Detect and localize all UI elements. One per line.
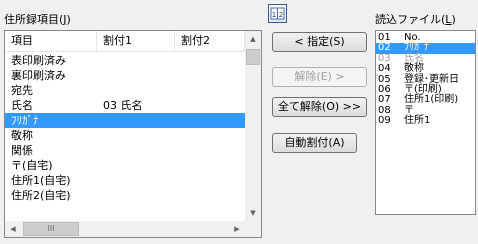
svg-text:2: 2	[279, 11, 283, 19]
horizontal-scroll-thumb[interactable]: III	[23, 222, 79, 236]
import-file-label: 読込ファイル(L)	[375, 13, 456, 26]
row-item-cell: 関係	[11, 144, 33, 157]
row-item-cell: 〒(自宅)	[11, 159, 53, 172]
table-row[interactable]: 敬称	[5, 128, 245, 143]
release-all-button[interactable]: 全て解除(O) >>	[272, 97, 367, 117]
row-item-cell: 氏名	[11, 99, 33, 112]
list-item-number: 04	[378, 63, 391, 75]
list-item-text: ﾌﾘｶﾞﾅ	[404, 42, 429, 54]
table-row[interactable]: 関係	[5, 143, 245, 158]
switch-columns-icon[interactable]: 1 2	[268, 4, 287, 23]
scroll-left-icon[interactable]: ◀	[5, 221, 21, 237]
list-item-text: 住所1	[404, 115, 431, 127]
table-row[interactable]: 氏名 03 氏名	[5, 98, 245, 113]
row-item-cell: ﾌﾘｶﾞﾅ	[11, 114, 39, 127]
list-item-number: 07	[378, 94, 391, 106]
horizontal-scrollbar[interactable]: ◀ III ▶	[5, 221, 245, 237]
list-item-number: 09	[378, 115, 391, 127]
scrollbar-corner	[245, 221, 261, 237]
import-file-list[interactable]: 01 No. 02 ﾌﾘｶﾞﾅ 03 氏名 04 敬称 05 登録･更新日 06 〒(印刷) 07 住所1…	[375, 30, 476, 215]
list-item[interactable]: 03 氏名	[376, 53, 475, 64]
scroll-up-icon[interactable]: ▲	[245, 31, 261, 47]
row-assign1-cell: 03 氏名	[103, 99, 143, 112]
list-item[interactable]: 09 住所1	[376, 116, 475, 126]
table-row[interactable]: ﾌﾘｶﾞﾅ	[5, 113, 245, 128]
column-header-assign2[interactable]: 割付2	[175, 31, 245, 51]
table-row[interactable]: 住所2(自宅)	[5, 188, 245, 203]
list-item[interactable]: 07 住所1(印刷)	[376, 95, 475, 105]
vertical-scroll-thumb[interactable]	[246, 49, 260, 65]
svg-text:1: 1	[272, 11, 276, 19]
row-item-cell: 敬称	[11, 129, 33, 142]
row-item-cell: 裏印刷済み	[11, 69, 66, 82]
auto-assign-button[interactable]: 自動割付(A)	[272, 133, 357, 153]
table-row[interactable]: 裏印刷済み	[5, 68, 245, 83]
row-item-cell: 宛先	[11, 84, 33, 97]
row-item-cell: 住所1(自宅)	[11, 174, 71, 187]
table-row[interactable]: 住所1(自宅)	[5, 173, 245, 188]
release-button[interactable]: 解除(E) >	[272, 67, 367, 87]
row-item-cell: 住所2(自宅)	[11, 189, 71, 202]
list-item-text: 敬称	[404, 63, 424, 75]
list-item[interactable]: 02 ﾌﾘｶﾞﾅ	[376, 42, 475, 54]
address-items-label: 住所録項目(J)	[4, 13, 71, 26]
list-item[interactable]: 04 敬称	[376, 64, 475, 74]
scroll-right-icon[interactable]: ▶	[229, 221, 245, 237]
column-header-assign1[interactable]: 割付1	[97, 31, 175, 51]
list-item-text: 住所1(印刷)	[404, 94, 459, 106]
assign-button[interactable]: < 指定(S)	[272, 32, 367, 52]
table-row[interactable]: 表印刷済み	[5, 53, 245, 68]
list-header: 項目 割付1 割付2	[5, 31, 245, 52]
list-item-number: 02	[378, 42, 391, 54]
table-row[interactable]: 宛先	[5, 83, 245, 98]
row-item-cell: 表印刷済み	[11, 54, 66, 67]
column-header-item[interactable]: 項目	[5, 31, 97, 51]
table-row[interactable]: 〒(自宅)	[5, 158, 245, 173]
vertical-scrollbar[interactable]: ▲ ▼	[245, 31, 261, 221]
address-items-list[interactable]: 項目 割付1 割付2 表印刷済み裏印刷済み宛先氏名 03 氏名 ﾌﾘｶﾞﾅ 敬称関係〒…	[4, 30, 262, 238]
scroll-down-icon[interactable]: ▼	[245, 205, 261, 221]
